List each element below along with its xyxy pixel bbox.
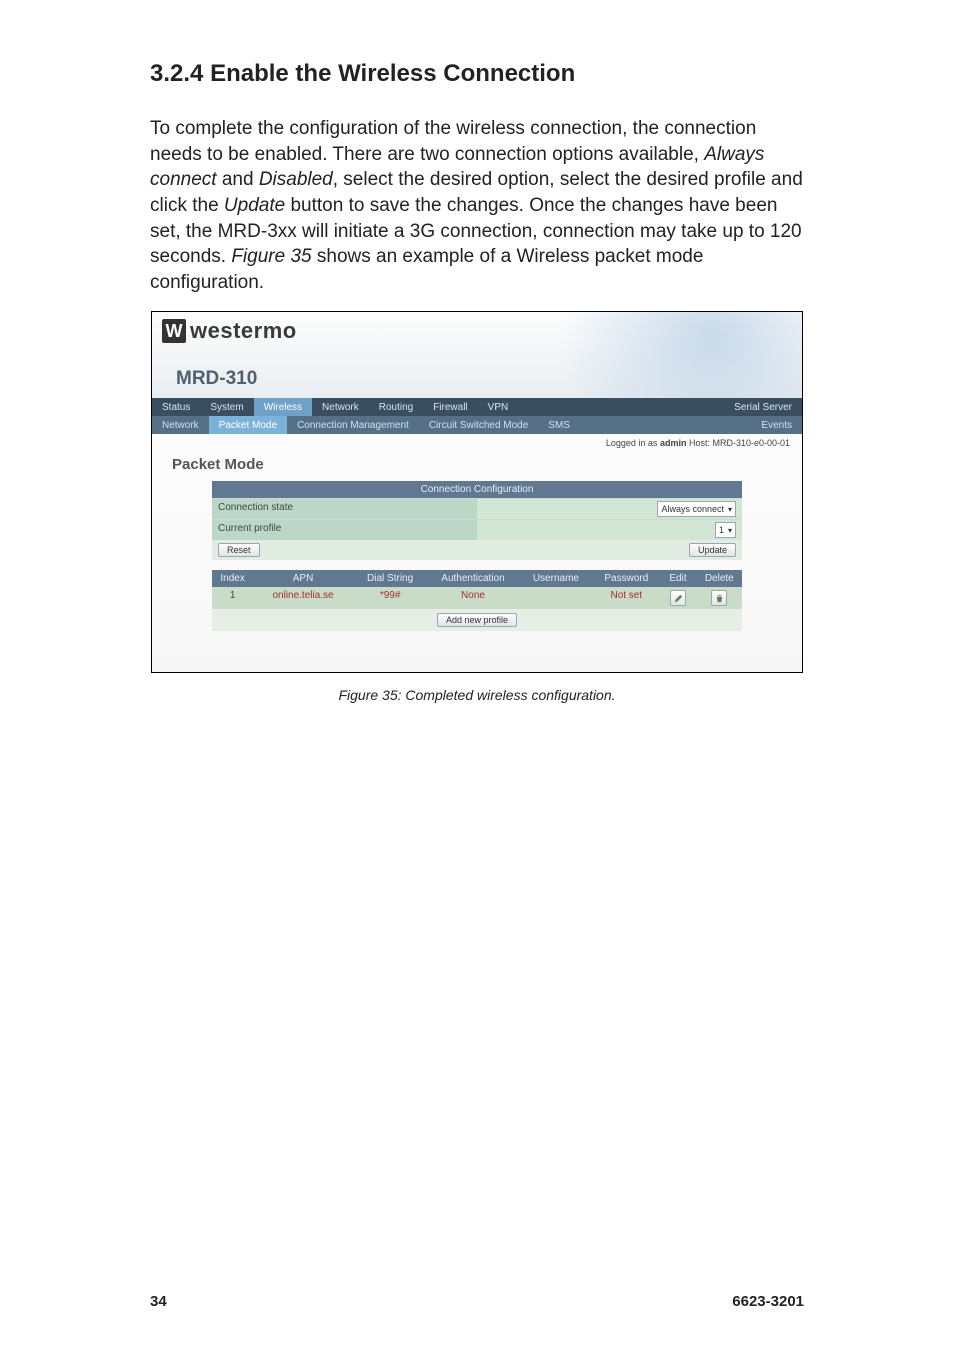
nav-tab-wireless[interactable]: Wireless: [254, 398, 312, 416]
nav-tab-firewall[interactable]: Firewall: [423, 398, 477, 416]
cell-dial-string: *99#: [353, 587, 428, 609]
pencil-icon: [674, 594, 683, 603]
update-word: Update: [224, 195, 285, 216]
brand-wordmark: westermo: [190, 318, 297, 344]
config-row-connection-state: Connection state Always connect ▾: [212, 498, 742, 519]
col-pass: Password: [593, 570, 659, 587]
subnav-connection-management[interactable]: Connection Management: [287, 416, 419, 434]
label-connection-state: Connection state: [212, 499, 477, 519]
body-paragraph: To complete the configuration of the wir…: [150, 116, 804, 295]
nav-tab-routing[interactable]: Routing: [369, 398, 423, 416]
dropdown-connection-state[interactable]: Always connect ▾: [657, 501, 736, 517]
page-footer: 34 6623-3201: [150, 1293, 804, 1310]
cell-password: Not set: [593, 587, 659, 609]
col-user: Username: [519, 570, 594, 587]
brand-mark-icon: W: [162, 319, 186, 343]
chevron-down-icon: ▾: [728, 526, 732, 535]
col-delete: Delete: [697, 570, 742, 587]
nav-tab-vpn[interactable]: VPN: [478, 398, 519, 416]
profiles-table-header: Index APN Dial String Authentication Use…: [212, 570, 742, 587]
col-index: Index: [212, 570, 253, 587]
nav-tab-system[interactable]: System: [200, 398, 253, 416]
app-banner: W westermo MRD-310: [152, 312, 802, 398]
reset-button[interactable]: Reset: [218, 543, 260, 557]
add-profile-row: Add new profile: [212, 609, 742, 631]
model-label: MRD-310: [176, 368, 257, 390]
delete-button[interactable]: [711, 590, 727, 606]
page-number: 34: [150, 1293, 167, 1310]
subnav-circuit-switched[interactable]: Circuit Switched Mode: [419, 416, 538, 434]
login-status: Logged in as admin Host: MRD-310-e0-00-0…: [152, 434, 802, 448]
dropdown-current-profile[interactable]: 1 ▾: [715, 522, 736, 538]
subnav-network[interactable]: Network: [152, 416, 209, 434]
nav-tab-serial-server[interactable]: Serial Server: [724, 398, 802, 416]
subnav-events[interactable]: Events: [751, 416, 802, 434]
nav-tab-status[interactable]: Status: [152, 398, 200, 416]
nav-tab-network[interactable]: Network: [312, 398, 369, 416]
section-title: 3.2.4 Enable the Wireless Connection: [150, 60, 804, 88]
cell-username: [519, 587, 594, 609]
figure-caption: Figure 35: Completed wireless configurat…: [150, 687, 804, 703]
body-text: To complete the configuration of the wir…: [150, 118, 756, 165]
col-dial: Dial String: [353, 570, 428, 587]
secondary-nav: Network Packet Mode Connection Managemen…: [152, 416, 802, 434]
login-host: Host: MRD-310-e0-00-01: [686, 438, 790, 448]
add-new-profile-button[interactable]: Add new profile: [437, 613, 517, 627]
login-pre: Logged in as: [606, 438, 660, 448]
option-disabled: Disabled: [259, 169, 333, 190]
label-current-profile: Current profile: [212, 520, 477, 540]
cell-apn: online.telia.se: [253, 587, 353, 609]
cell-auth: None: [427, 587, 518, 609]
section-number: 3.2.4: [150, 60, 203, 87]
col-auth: Authentication: [427, 570, 518, 587]
panel-heading: Packet Mode: [172, 456, 802, 473]
screenshot-figure: W westermo MRD-310 Status System Wireles…: [151, 311, 803, 673]
edit-button[interactable]: [670, 590, 686, 606]
brand-logo: W westermo: [162, 318, 297, 344]
dropdown-value: 1: [719, 525, 724, 535]
document-id: 6623-3201: [732, 1293, 804, 1310]
connection-config-panel: Connection Configuration Connection stat…: [212, 481, 742, 631]
col-apn: APN: [253, 570, 353, 587]
primary-nav: Status System Wireless Network Routing F…: [152, 398, 802, 416]
body-text: and: [217, 169, 259, 190]
dropdown-value: Always connect: [661, 504, 724, 514]
config-row-current-profile: Current profile 1 ▾: [212, 519, 742, 540]
subnav-sms[interactable]: SMS: [538, 416, 580, 434]
config-title: Connection Configuration: [212, 481, 742, 498]
profile-row: 1 online.telia.se *99# None Not set: [212, 587, 742, 609]
cell-index: 1: [212, 587, 253, 609]
section-heading-text: Enable the Wireless Connection: [210, 60, 575, 87]
subnav-packet-mode[interactable]: Packet Mode: [209, 416, 287, 434]
chevron-down-icon: ▾: [728, 505, 732, 514]
login-user: admin: [660, 438, 687, 448]
trash-icon: [715, 594, 724, 603]
update-button[interactable]: Update: [689, 543, 736, 557]
figure-ref: Figure 35: [231, 246, 311, 267]
action-row: Reset Update: [212, 540, 742, 560]
col-edit: Edit: [659, 570, 696, 587]
